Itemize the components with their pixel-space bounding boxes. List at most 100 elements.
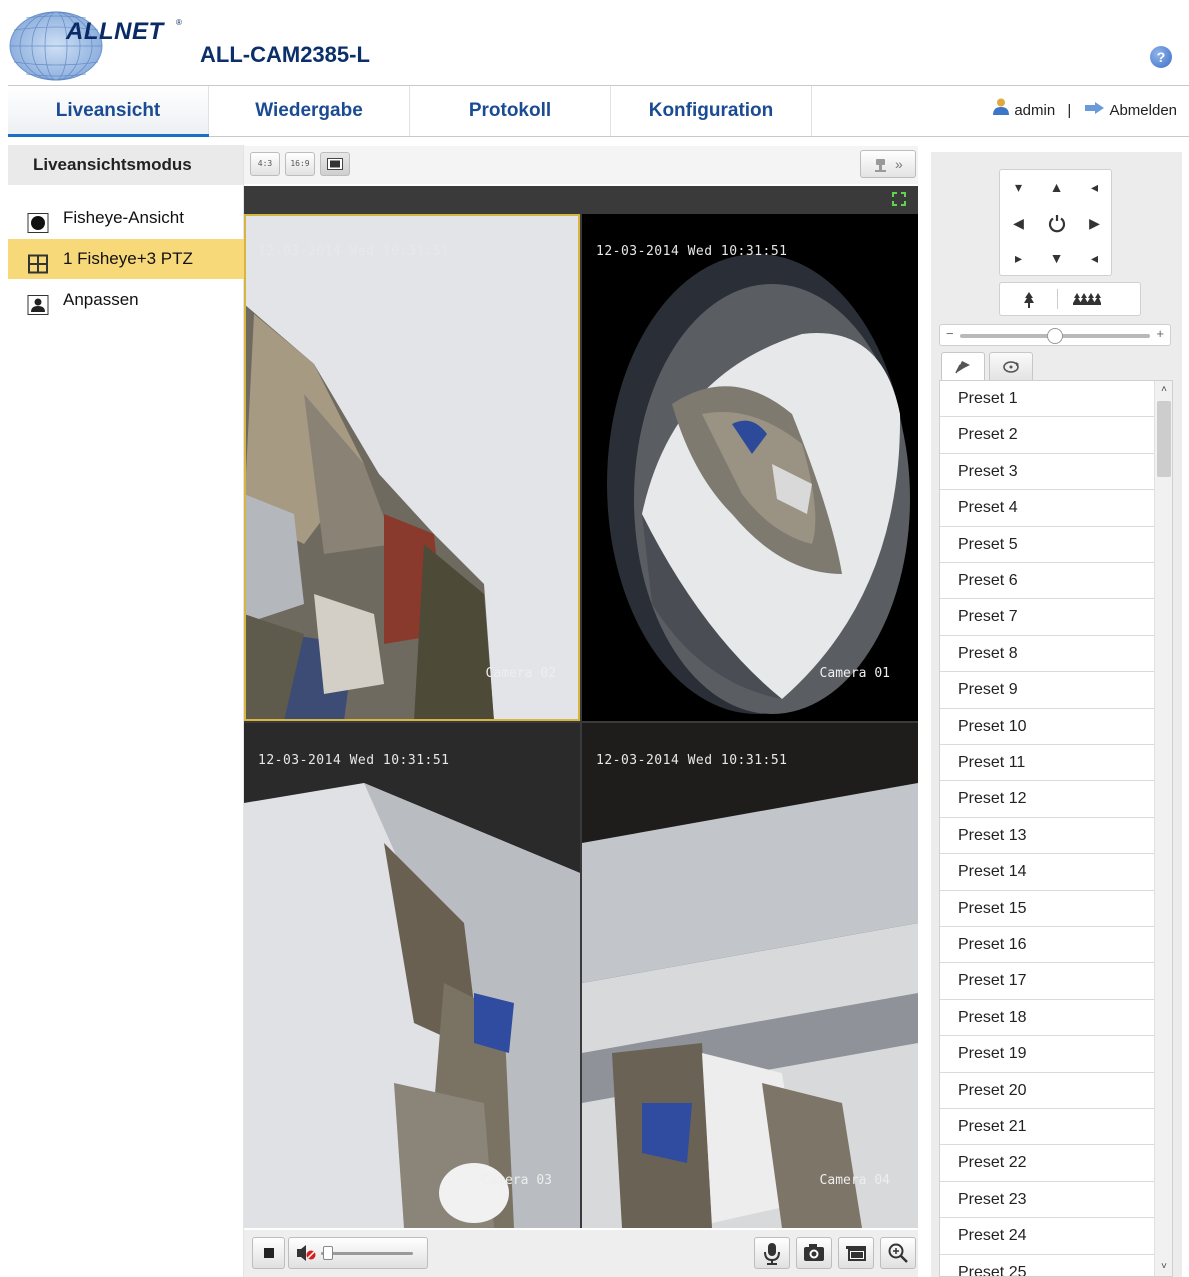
tab-presets[interactable]: [941, 352, 985, 381]
preset-item[interactable]: Preset 15: [940, 891, 1155, 927]
ratio-16-9-button[interactable]: 16:9: [285, 152, 315, 176]
liveview-mode-sidebar: Liveansichtsmodus Fisheye-Ansicht 1 Fish…: [8, 145, 244, 1277]
video-toolbar: 4:3 16:9 »: [244, 146, 918, 184]
preset-item[interactable]: Preset 18: [940, 1000, 1155, 1037]
sidebar-title: Liveansichtsmodus: [8, 145, 243, 185]
record-button[interactable]: [838, 1237, 874, 1269]
preset-item[interactable]: Preset 19: [940, 1036, 1155, 1073]
mode-fisheye-3ptz[interactable]: 1 Fisheye+3 PTZ: [8, 239, 244, 279]
camera-name: Camera 02: [485, 666, 556, 681]
logout-icon[interactable]: [1083, 86, 1105, 136]
preset-item[interactable]: Preset 2: [940, 417, 1155, 454]
auto-rotate-icon: [1048, 215, 1065, 233]
preset-item[interactable]: Preset 9: [940, 672, 1155, 709]
volume-knob[interactable]: [323, 1246, 333, 1260]
preset-icon: [955, 361, 970, 374]
camera-image: [582, 723, 918, 1228]
camera-icon: [804, 1244, 824, 1261]
camera-image: [582, 214, 918, 721]
volume-slider: [297, 1245, 413, 1261]
help-icon[interactable]: ?: [1150, 46, 1172, 68]
ptz-up-left-button[interactable]: ▾: [1000, 170, 1037, 205]
ptz-auto-button[interactable]: [1038, 206, 1075, 241]
snapshot-button[interactable]: [796, 1237, 832, 1269]
scroll-up-icon[interactable]: ˄: [1155, 381, 1172, 399]
mode-label: 1 Fisheye+3 PTZ: [63, 249, 193, 268]
preset-item[interactable]: Preset 6: [940, 563, 1155, 600]
ptz-down-left-button[interactable]: ▸: [1000, 241, 1037, 276]
screen-icon: [327, 158, 343, 170]
preset-item[interactable]: Preset 16: [940, 927, 1155, 964]
mode-fisheye[interactable]: Fisheye-Ansicht: [8, 198, 244, 238]
video-cell-3[interactable]: 12-03-2014 Wed 10:31:51 Camera 03: [244, 723, 580, 1228]
preset-item[interactable]: Preset 21: [940, 1109, 1155, 1146]
user-icon: [992, 86, 1010, 136]
scroll-thumb[interactable]: [1157, 401, 1171, 477]
ptz-up-button[interactable]: ▲: [1038, 170, 1075, 205]
camera-name: Camera 03: [481, 1173, 552, 1188]
tree-icon: [1023, 292, 1034, 309]
preset-item[interactable]: Preset 17: [940, 963, 1155, 1000]
speed-knob[interactable]: [1047, 328, 1063, 344]
tab-liveansicht[interactable]: Liveansicht: [8, 86, 209, 137]
ratio-4-3-button[interactable]: 4:3: [250, 152, 280, 176]
scroll-down-icon[interactable]: ˅: [1155, 1258, 1172, 1276]
preset-item[interactable]: Preset 23: [940, 1182, 1155, 1219]
tab-wiedergabe[interactable]: Wiedergabe: [209, 86, 410, 136]
preset-item[interactable]: Preset 1: [940, 381, 1155, 418]
preset-item[interactable]: Preset 12: [940, 781, 1155, 818]
tab-protokoll[interactable]: Protokoll: [410, 86, 611, 136]
preset-item[interactable]: Preset 7: [940, 599, 1155, 636]
ratio-original-button[interactable]: [320, 152, 350, 176]
preset-item[interactable]: Preset 22: [940, 1145, 1155, 1182]
video-header-bar: [244, 186, 918, 214]
video-cell-1[interactable]: 12-03-2014 Wed 10:31:51 Camera 02: [244, 214, 580, 721]
preset-item[interactable]: Preset 24: [940, 1218, 1155, 1255]
preset-item[interactable]: Preset 10: [940, 709, 1155, 745]
ptz-right-button[interactable]: ▶: [1076, 206, 1113, 241]
ptz-down-right-button[interactable]: ◂: [1076, 241, 1113, 276]
logout-link[interactable]: Abmelden: [1109, 102, 1177, 119]
zoom-out-button[interactable]: [1000, 283, 1057, 315]
ptz-down-button[interactable]: ▼: [1038, 241, 1075, 276]
video-cell-2[interactable]: 12-03-2014 Wed 10:31:51 Camera 01: [582, 214, 918, 721]
tab-konfiguration[interactable]: Konfiguration: [611, 86, 812, 136]
video-cell-4[interactable]: 12-03-2014 Wed 10:31:51 Camera 04: [582, 723, 918, 1228]
digital-zoom-button[interactable]: [880, 1237, 916, 1269]
volume-control[interactable]: [288, 1237, 428, 1269]
username: admin: [1014, 102, 1056, 119]
video-grid: 12-03-2014 Wed 10:31:51 Camera 02 12-03-…: [244, 214, 918, 1228]
mode-custom[interactable]: Anpassen: [8, 280, 244, 320]
patrol-icon: [1003, 361, 1019, 373]
fullscreen-icon[interactable]: [892, 192, 906, 206]
stop-icon: [264, 1248, 274, 1258]
quad-grid-icon: [27, 249, 49, 274]
expand-arrows: »: [895, 156, 903, 172]
ptz-panel: ▾ ▲ ◂ ◀ ▶ ▸ ▼ ◂ − + Preset 1 Preset 2 Pr…: [931, 152, 1182, 1277]
tab-patrol[interactable]: [989, 352, 1033, 380]
ptz-panel-toggle-button[interactable]: »: [860, 150, 916, 178]
microphone-button[interactable]: [754, 1237, 790, 1269]
preset-item[interactable]: Preset 11: [940, 745, 1155, 782]
zoom-in-button[interactable]: [1058, 283, 1115, 315]
stop-button[interactable]: [252, 1237, 285, 1269]
camera-image: [244, 214, 580, 721]
preset-item[interactable]: Preset 3: [940, 454, 1155, 491]
timestamp: 12-03-2014 Wed 10:31:51: [258, 753, 450, 768]
allnet-logo: ALLNET ®: [8, 6, 182, 82]
record-icon: [846, 1246, 866, 1261]
preset-item[interactable]: Preset 4: [940, 490, 1155, 527]
ptz-up-right-button[interactable]: ◂: [1076, 170, 1113, 205]
speed-minus-icon: −: [946, 326, 954, 341]
preset-item[interactable]: Preset 25: [940, 1255, 1155, 1276]
preset-item[interactable]: Preset 8: [940, 636, 1155, 673]
grid-divider-horizontal: [244, 721, 918, 723]
preset-scrollbar[interactable]: ˄ ˅: [1154, 381, 1172, 1276]
preset-item[interactable]: Preset 14: [940, 854, 1155, 891]
preset-item[interactable]: Preset 5: [940, 527, 1155, 563]
preset-item[interactable]: Preset 20: [940, 1073, 1155, 1109]
ptz-speed-slider[interactable]: − +: [939, 324, 1171, 346]
ptz-direction-pad: ▾ ▲ ◂ ◀ ▶ ▸ ▼ ◂: [999, 169, 1112, 276]
preset-item[interactable]: Preset 13: [940, 818, 1155, 855]
ptz-left-button[interactable]: ◀: [1000, 206, 1037, 241]
